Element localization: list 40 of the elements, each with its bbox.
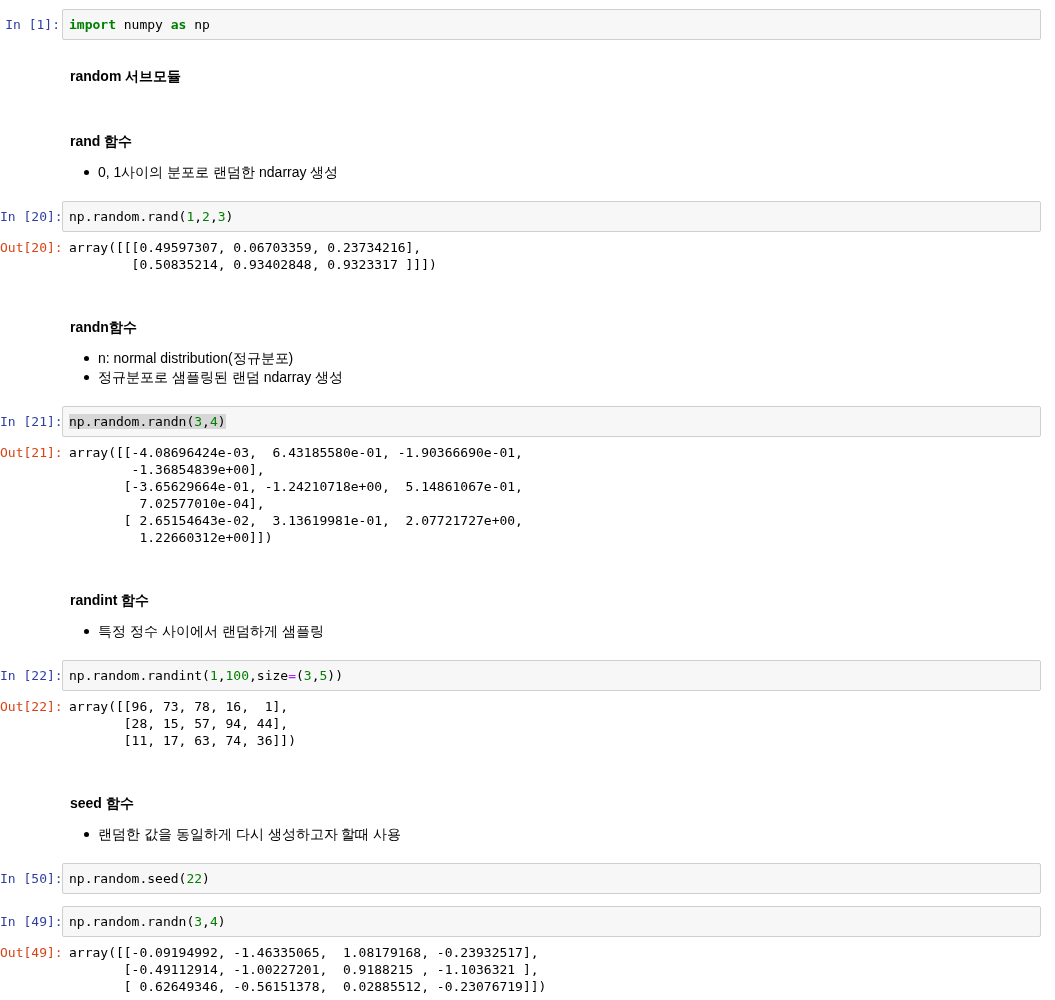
code-line: np.random.randn(3,4) <box>69 914 226 929</box>
bullet-text: n: normal distribution(정규분포) <box>98 349 294 367</box>
output-prompt: Out[49]: <box>0 944 62 961</box>
code-input[interactable]: np.random.seed(22) <box>62 863 1041 894</box>
code-line: np.random.randint(1,100,size=(3,5)) <box>69 668 343 683</box>
input-prompt: In [50]: <box>0 870 62 887</box>
output-prompt: Out[21]: <box>0 444 62 461</box>
input-prompt: In [49]: <box>0 913 62 930</box>
section-heading: seed 함수 <box>70 794 134 812</box>
bullet-text: 0, 1사이의 분포로 랜덤한 ndarray 생성 <box>98 163 339 181</box>
code-input[interactable]: import numpy as np <box>62 9 1041 40</box>
code-input[interactable]: np.random.randn(3,4) <box>62 406 1041 437</box>
section-heading: randn함수 <box>70 318 137 336</box>
bullet-icon <box>84 169 89 175</box>
input-prompt: In [21]: <box>0 413 62 430</box>
input-prompt: In [22]: <box>0 667 62 684</box>
bullet-text: 특정 정수 사이에서 랜덤하게 샘플링 <box>98 622 324 640</box>
bullet-icon <box>84 628 89 634</box>
output-prompt: Out[22]: <box>0 698 62 715</box>
code-line: np.random.rand(1,2,3) <box>69 209 234 224</box>
section-heading: rand 함수 <box>70 132 133 150</box>
input-prompt: In [1]: <box>4 16 61 33</box>
bullet-icon <box>84 374 89 380</box>
code-input[interactable]: np.random.randint(1,100,size=(3,5)) <box>62 660 1041 691</box>
bullet-text: 랜덤한 값을 동일하게 다시 생성하고자 할때 사용 <box>98 825 402 843</box>
bullet-icon <box>84 831 89 837</box>
input-prompt: In [20]: <box>0 208 62 225</box>
bullet-icon <box>84 355 89 361</box>
code-input[interactable]: np.random.randn(3,4) <box>62 906 1041 937</box>
section-heading: random 서브모듈 <box>70 67 182 85</box>
section-heading: randint 함수 <box>70 591 150 609</box>
code-input[interactable]: np.random.rand(1,2,3) <box>62 201 1041 232</box>
output-text: array([[96, 73, 78, 16, 1], [28, 15, 57, 94, 44], [11, 17, 63, 74, 36]]) <box>69 698 296 749</box>
code-line: np.random.seed(22) <box>69 871 210 886</box>
code-line: import numpy as np <box>69 17 210 32</box>
output-text: array([[-4.08696424e-03, 6.43185580e-01, -1.90366690e-01, -1.36854839e+00], [-3.65629664e-01, -1.24210718e+00, 5.14861067e-01, 7.02577010e-04], [ 2.65154643e-02, 3.13619981e-01, 2.07721727e+00, 1.22660312e+00]]) <box>69 444 523 546</box>
output-prompt: Out[20]: <box>0 239 62 256</box>
bullet-text: 정규분포로 샘플링된 랜덤 ndarray 생성 <box>98 368 344 386</box>
output-text: array([[-0.09194992, -1.46335065, 1.08179168, -0.23932517], [-0.49112914, -1.00227201, 0.9188215 , -1.1036321 ], [ 0.62649346, -0.56151378, 0.02885512, -0.23076719]]) <box>69 944 547 995</box>
output-text: array([[[0.49597307, 0.06703359, 0.23734216], [0.50835214, 0.93402848, 0.9323317 ]]]) <box>69 239 437 273</box>
